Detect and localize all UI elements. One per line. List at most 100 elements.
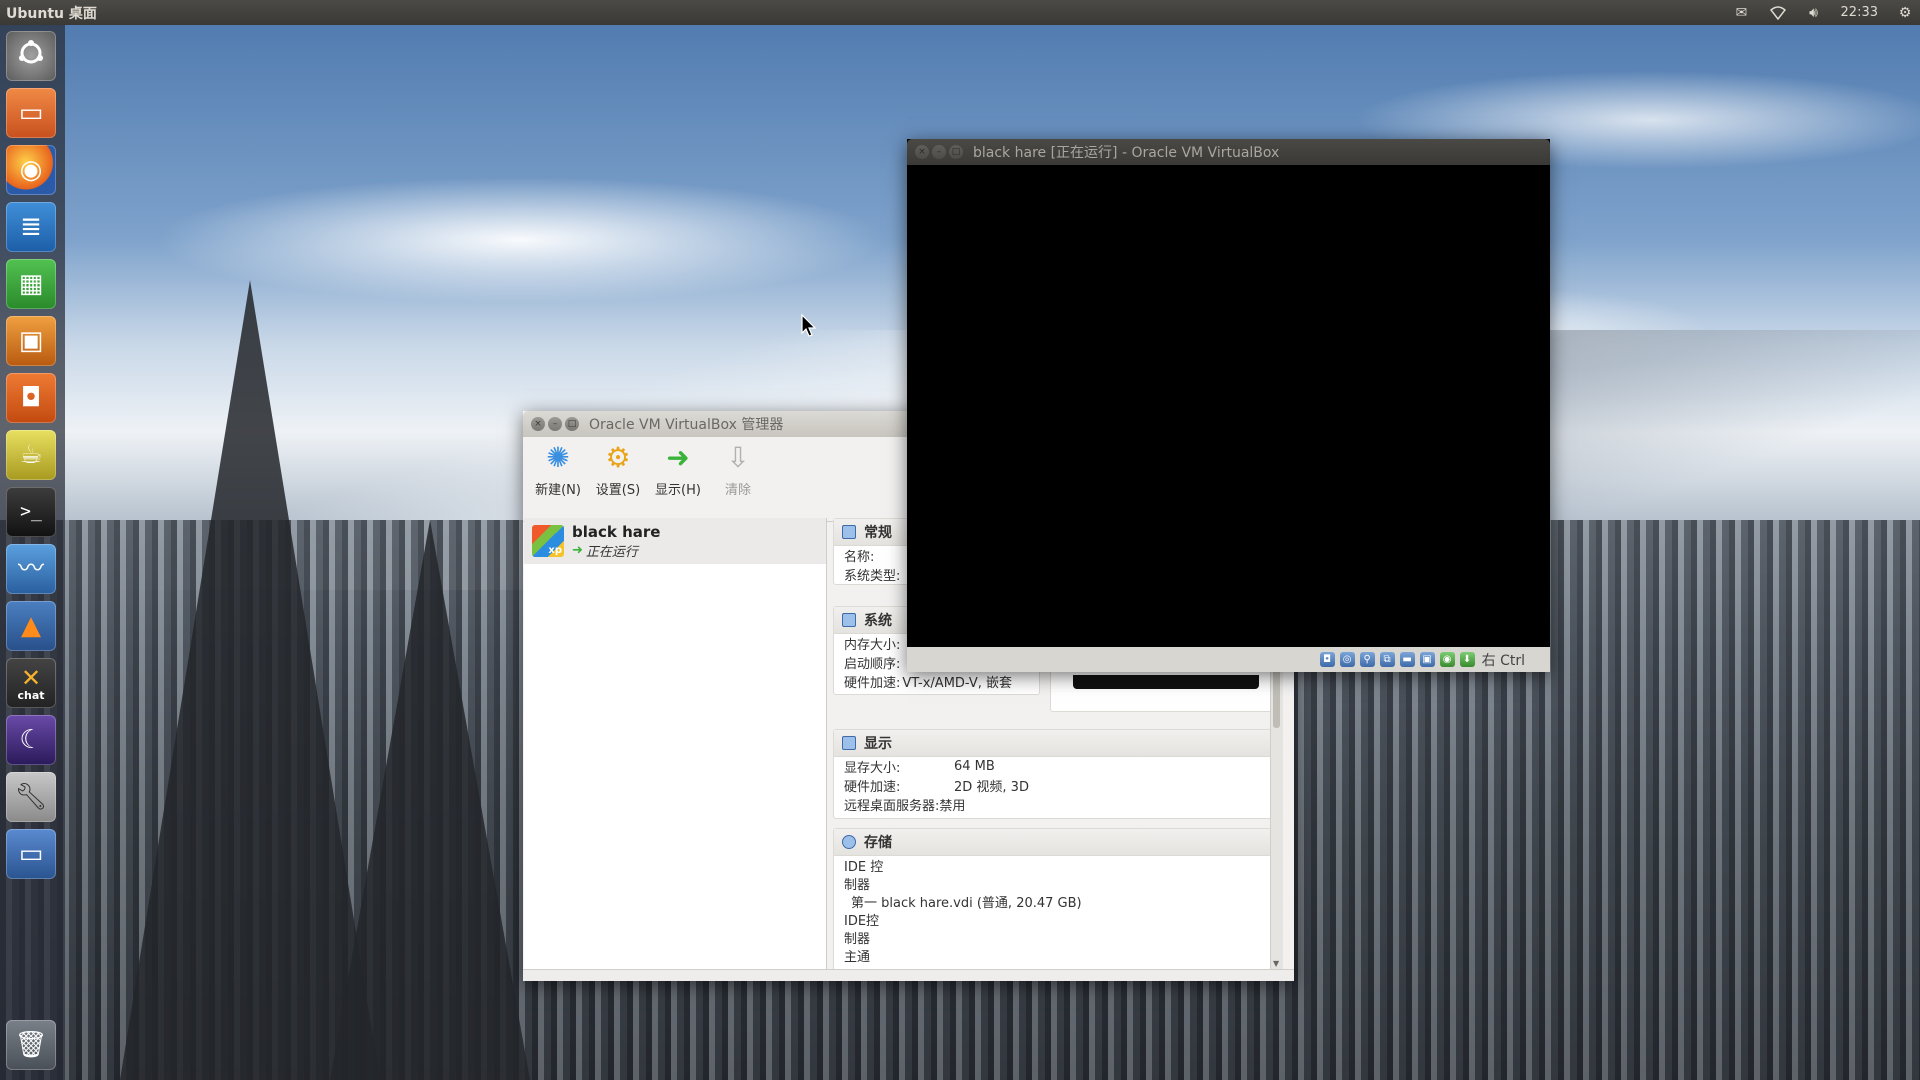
xchat-icon: ✕ chat bbox=[17, 663, 45, 702]
storage-line: IDE控 bbox=[844, 913, 880, 929]
mouse-cursor-icon bbox=[801, 313, 817, 342]
scroll-down-icon[interactable]: ▼ bbox=[1273, 959, 1279, 968]
mail-icon[interactable]: ✉ bbox=[1733, 5, 1751, 21]
writer-button[interactable]: ≣ bbox=[6, 202, 56, 252]
gear-icon[interactable]: ⚙ bbox=[1896, 5, 1914, 21]
terminal-icon: >_ bbox=[20, 501, 42, 522]
window-icon: ▭ bbox=[18, 839, 44, 869]
top-panel: Ubuntu 桌面 ✉ 🔊︎ 22:33 ⚙ bbox=[0, 0, 1920, 25]
manager-title: Oracle VM VirtualBox 管理器 bbox=[589, 417, 784, 433]
impress-button[interactable]: ▣ bbox=[6, 316, 56, 366]
system-chip-icon bbox=[842, 613, 856, 627]
traffic-cone-icon: ▲ bbox=[21, 611, 41, 641]
minimize-button[interactable]: – bbox=[932, 145, 946, 159]
preview-panel bbox=[1050, 670, 1282, 712]
shared-folder-icon[interactable]: ▬ bbox=[1399, 652, 1415, 667]
display-section: 显示 显存大小: 64 MB 硬件加速: 2D 视频, 3D 远程桌面服务器: … bbox=[833, 729, 1272, 819]
dash-home-button[interactable] bbox=[6, 31, 56, 81]
manager-statusbar bbox=[523, 969, 1294, 981]
hard-disk-icon[interactable]: ◘ bbox=[1319, 652, 1335, 667]
display-accel-row: 硬件加速: 2D 视频, 3D bbox=[844, 780, 1029, 795]
display-vram-row: 显存大小: 64 MB bbox=[844, 759, 995, 776]
display-icon[interactable]: ▣ bbox=[1419, 652, 1435, 667]
usb-icon[interactable]: ⚲ bbox=[1359, 652, 1375, 667]
vm-list: xp black hare ➜ 正在运行 bbox=[524, 518, 827, 970]
calc-icon: ▦ bbox=[18, 269, 44, 299]
files-button[interactable]: ▭ bbox=[6, 88, 56, 138]
arrow-right-icon: ➜ bbox=[666, 441, 690, 474]
trash-icon: 🗑︎ bbox=[14, 1030, 48, 1060]
discard-button[interactable]: ⇩ 清除 bbox=[708, 441, 768, 499]
vm-state: ➜ 正在运行 bbox=[572, 542, 638, 560]
system-accel-row: 硬件加速: VT-x/AMD-V, 嵌套 bbox=[844, 676, 1013, 691]
monitor-icon: 〰 bbox=[17, 554, 44, 584]
windows-xp-icon: xp bbox=[532, 525, 564, 557]
vm-console-window: × – □ black hare [正在运行] - Oracle VM Virt… bbox=[907, 139, 1550, 672]
optical-disk-icon[interactable]: ◎ bbox=[1339, 652, 1355, 667]
storage-line: 制器 bbox=[844, 877, 871, 893]
shopping-bag-icon: ◘ bbox=[20, 383, 42, 413]
arrow-down-icon: ⇩ bbox=[726, 441, 750, 474]
network-icon[interactable]: ⧉ bbox=[1379, 652, 1395, 667]
running-arrow-icon: ➜ bbox=[572, 542, 583, 558]
mouse-integration-icon[interactable]: ⬇ bbox=[1459, 652, 1475, 667]
storage-line: IDE 控 bbox=[844, 859, 884, 875]
vm-titlebar[interactable]: × – □ black hare [正在运行] - Oracle VM Virt… bbox=[907, 139, 1550, 165]
maximize-button[interactable]: □ bbox=[565, 417, 579, 431]
storage-line: 第一 black hare.vdi (普通, 20.47 GB) bbox=[851, 895, 1082, 911]
general-icon bbox=[842, 525, 856, 539]
wrench-icon: 🔧︎ bbox=[14, 782, 48, 812]
preview-screen bbox=[1073, 675, 1259, 689]
virtualbox-button[interactable]: ▭ bbox=[6, 829, 56, 879]
new-vm-button[interactable]: ✺ 新建(N) bbox=[528, 441, 588, 499]
system-monitor-button[interactable]: 〰 bbox=[6, 544, 56, 594]
vm-statusbar: ◘ ◎ ⚲ ⧉ ▬ ▣ ◉ ⬇ 右 Ctrl bbox=[907, 647, 1550, 672]
storage-section-header[interactable]: 存储 bbox=[834, 829, 1271, 856]
close-button[interactable]: × bbox=[915, 145, 929, 159]
system-tools-button[interactable]: ☕ bbox=[6, 430, 56, 480]
display-monitor-icon bbox=[842, 736, 856, 750]
launcher: ▭ ◉ ≣ ▦ ▣ ◘ ☕ >_ 〰 ▲ ✕ chat ☾ 🔧︎ ▭ 🗑︎ bbox=[0, 25, 65, 1080]
display-rdp-row: 远程桌面服务器: 禁用 bbox=[844, 799, 966, 814]
wifi-icon[interactable] bbox=[1769, 5, 1787, 21]
folder-icon: ▭ bbox=[18, 98, 44, 128]
host-key-label: 右 Ctrl bbox=[1481, 652, 1525, 669]
terminal-button[interactable]: >_ bbox=[6, 487, 56, 537]
storage-section: 存储 IDE 控 制器 第一 black hare.vdi (普通, 20.47… bbox=[833, 828, 1272, 970]
panel-title: Ubuntu 桌面 bbox=[6, 5, 97, 22]
volume-icon[interactable]: 🔊︎ bbox=[1805, 5, 1823, 21]
vm-list-item[interactable]: xp black hare ➜ 正在运行 bbox=[524, 518, 826, 564]
vm-display[interactable] bbox=[908, 165, 1549, 647]
system-tray: ✉ 🔊︎ 22:33 ⚙ bbox=[1733, 0, 1914, 25]
teapot-icon: ☕ bbox=[19, 440, 43, 470]
calc-button[interactable]: ▦ bbox=[6, 259, 56, 309]
gear-icon: ⚙ bbox=[605, 441, 631, 474]
display-section-header[interactable]: 显示 bbox=[834, 730, 1271, 757]
firefox-icon: ◉ bbox=[19, 155, 43, 185]
wallpaper-tree bbox=[330, 520, 530, 1080]
clock[interactable]: 22:33 bbox=[1841, 5, 1878, 20]
ubuntu-logo-icon bbox=[16, 38, 46, 75]
firefox-button[interactable]: ◉ bbox=[6, 145, 56, 195]
settings-button[interactable]: ⚙ 设置(S) bbox=[588, 441, 648, 499]
system-settings-button[interactable]: 🔧︎ bbox=[6, 772, 56, 822]
software-center-button[interactable]: ◘ bbox=[6, 373, 56, 423]
impress-icon: ▣ bbox=[18, 326, 44, 356]
moon-icon: ☾ bbox=[19, 725, 43, 755]
trash-button[interactable]: 🗑︎ bbox=[6, 1020, 56, 1070]
virtualization-icon[interactable]: ◉ bbox=[1439, 652, 1455, 667]
storage-line: 主通 bbox=[844, 949, 871, 965]
vm-name: black hare bbox=[572, 522, 661, 541]
vm-window-title: black hare [正在运行] - Oracle VM VirtualBox bbox=[973, 145, 1280, 161]
xchat-button[interactable]: ✕ chat bbox=[6, 658, 56, 708]
close-button[interactable]: × bbox=[531, 417, 545, 431]
vlc-button[interactable]: ▲ bbox=[6, 601, 56, 651]
storage-disk-icon bbox=[842, 835, 856, 849]
show-button[interactable]: ➜ 显示(H) bbox=[648, 441, 708, 499]
writer-icon: ≣ bbox=[20, 212, 42, 242]
maximize-button[interactable]: □ bbox=[949, 145, 963, 159]
minimize-button[interactable]: – bbox=[548, 417, 562, 431]
scrollbar-thumb[interactable] bbox=[1273, 668, 1280, 728]
night-app-button[interactable]: ☾ bbox=[6, 715, 56, 765]
new-star-icon: ✺ bbox=[546, 441, 570, 474]
